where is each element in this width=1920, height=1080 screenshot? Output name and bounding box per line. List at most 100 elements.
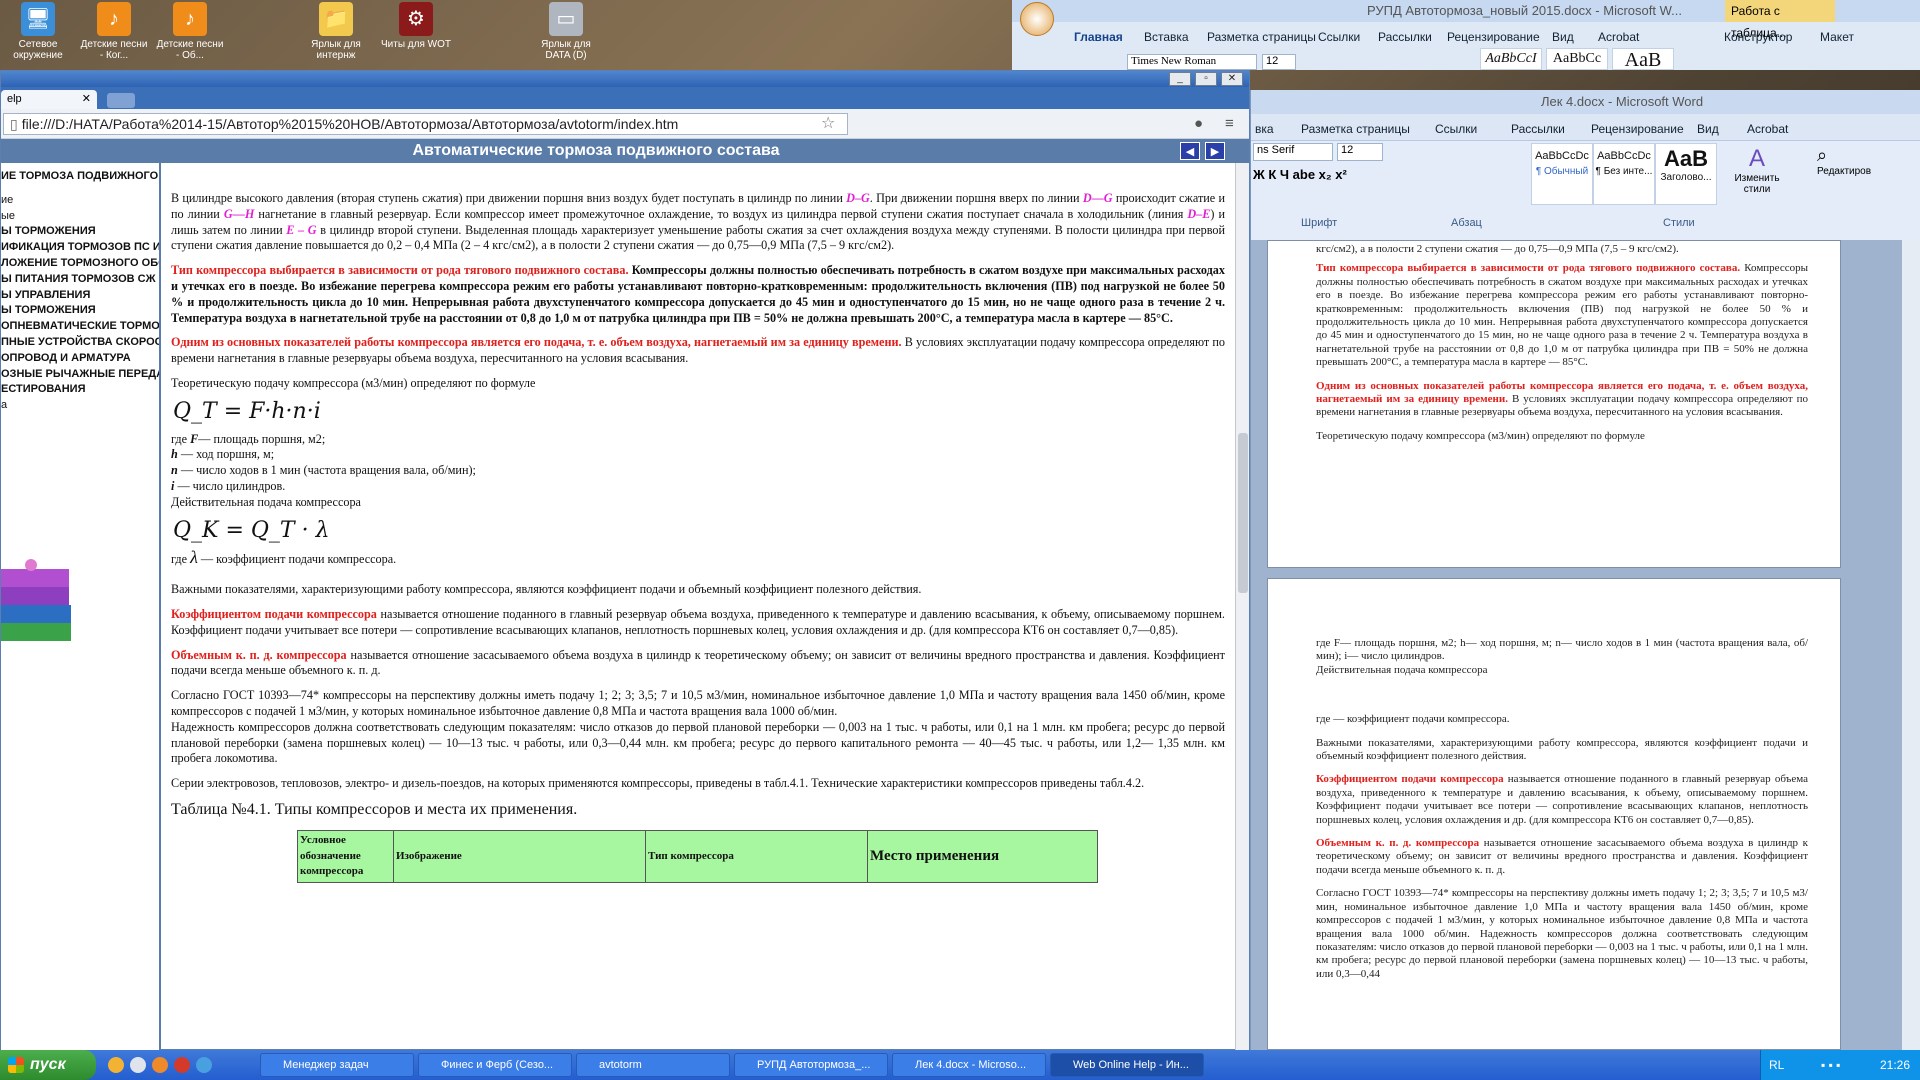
start-button[interactable]: пуск xyxy=(0,1050,96,1080)
menu-icon[interactable]: ≡ xyxy=(1225,115,1234,132)
word1-title: РУПД Автотормоза_новый 2015.docx - Micro… xyxy=(1367,3,1682,18)
font-name-field[interactable]: Times New Roman xyxy=(1127,54,1257,70)
toc-item[interactable]: ОПРОВОД И АРМАТУРА xyxy=(1,351,159,367)
word-quicklaunch-icon[interactable] xyxy=(130,1057,146,1073)
language-indicator[interactable]: RL xyxy=(1769,1050,1784,1080)
page-header: Автоматические тормоза подвижного состав… xyxy=(1,139,1249,163)
toc-item[interactable]: ие xyxy=(1,193,159,209)
taskbar-item-video[interactable]: Финес и Ферб (Сезо... xyxy=(418,1053,572,1077)
tab-home[interactable]: Главная xyxy=(1074,30,1123,44)
tab-insert[interactable]: Вставка xyxy=(1144,30,1189,44)
close-tab-icon[interactable]: ✕ xyxy=(82,92,91,105)
toc-item[interactable]: ОПНЕВМАТИЧЕСКИЕ ТОРМОЗ xyxy=(1,319,159,335)
office-button-icon[interactable] xyxy=(1020,2,1054,36)
desktop-icon-internet-shortcut[interactable]: 📁 Ярлык для интернж xyxy=(300,2,372,61)
font-name-field[interactable]: ns Serif xyxy=(1253,143,1333,161)
word2-titlebar: Лек 4.docx - Microsoft Word xyxy=(1251,90,1920,114)
style-normal[interactable]: AaBbCcDc ¶ Обычный xyxy=(1531,143,1593,205)
minimize-button[interactable]: _ xyxy=(1169,72,1191,86)
editing-button[interactable]: ⌕ Редактиров xyxy=(1817,145,1871,177)
desktop-icon-label: Ярлык для DATA (D) xyxy=(541,39,591,61)
word-window-lek4: Лек 4.docx - Microsoft Word вка Разметка… xyxy=(1250,90,1920,1050)
tab-review[interactable]: Рецензирование xyxy=(1447,30,1540,44)
tray-icons[interactable]: ▪ ▪ ▪ xyxy=(1821,1050,1840,1080)
tab-layout[interactable]: Разметка страницы xyxy=(1207,30,1316,44)
format-buttons[interactable]: Ж К Ч abe x₂ x² xyxy=(1253,167,1347,182)
toc-item[interactable]: ЕСТИРОВАНИЯ xyxy=(1,382,159,398)
toc-item[interactable]: Ы ПИТАНИЯ ТОРМОЗОВ СЖ xyxy=(1,272,159,288)
table-tools-tab[interactable]: Работа с таблица... xyxy=(1725,0,1835,40)
taskbar-item-word-lek4[interactable]: Лек 4.docx - Microso... xyxy=(892,1053,1046,1077)
tab-table-layout[interactable]: Макет xyxy=(1820,30,1854,44)
taskbar-item-task-manager[interactable]: Менеджер задач xyxy=(260,1053,414,1077)
article-content: В цилиндре высокого давления (вторая сту… xyxy=(163,163,1235,1051)
desktop-icon-song2[interactable]: ♪ Детские песни - Об... xyxy=(154,2,226,61)
desktop-icon-wot[interactable]: ⚙ Читы для WOT xyxy=(380,2,452,50)
taskbar-item-browser[interactable]: Web Online Help - Ин... xyxy=(1050,1053,1204,1077)
chrome-quicklaunch-icon[interactable] xyxy=(196,1057,212,1073)
browser-quicklaunch-icon[interactable] xyxy=(108,1057,124,1073)
desktop-icon-song1[interactable]: ♪ Детские песни - Ког... xyxy=(78,2,150,61)
font-size-field[interactable]: 12 xyxy=(1337,143,1383,161)
close-button[interactable]: ✕ xyxy=(1221,72,1243,86)
group-label: Абзац xyxy=(1451,217,1482,229)
toc-item[interactable]: Ы УПРАВЛЕНИЯ xyxy=(1,288,159,304)
style-quick-3[interactable]: AaB xyxy=(1612,48,1674,71)
browser-tab-strip: elp ✕ xyxy=(1,87,1249,109)
font-size-field[interactable]: 12 xyxy=(1262,54,1296,70)
new-tab-button[interactable] xyxy=(107,93,135,108)
tab-acrobat[interactable]: Acrobat xyxy=(1747,122,1788,136)
tab-review[interactable]: Рецензирование xyxy=(1591,122,1684,136)
style-quick-1[interactable]: AaBbCcI xyxy=(1480,48,1542,70)
document-page: где F— площадь поршня, м2; h— ход поршня… xyxy=(1267,578,1841,1050)
tab-acrobat[interactable]: Acrobat xyxy=(1598,30,1639,44)
tab-mailings[interactable]: Рассылки xyxy=(1511,122,1565,136)
toc-item[interactable]: Ы ТОРМОЖЕНИЯ xyxy=(1,303,159,319)
toc-item[interactable]: ИФИКАЦИЯ ТОРМОЗОВ ПС И xyxy=(1,240,159,256)
desktop-icon-data-drive[interactable]: ▭ Ярлык для DATA (D) xyxy=(530,2,602,61)
scrollbar-thumb[interactable] xyxy=(1238,433,1248,593)
taskbar-item-word-rupd[interactable]: РУПД Автотормоза_... xyxy=(734,1053,888,1077)
app-icon: ⚙ xyxy=(399,2,433,36)
style-heading[interactable]: AaB Заголово... xyxy=(1655,143,1717,205)
toc-item[interactable]: ПНЫЕ УСТРОЙСТВА СКОРОСТ xyxy=(1,335,159,351)
browser-scrollbar[interactable] xyxy=(1235,163,1249,1051)
bookmark-star-icon[interactable]: ☆ xyxy=(821,113,835,133)
media-quicklaunch-icon[interactable] xyxy=(152,1057,168,1073)
document-page: кгс/см2), а в полости 2 ступени сжатия —… xyxy=(1267,240,1841,568)
url-input[interactable]: ▯ file:///D:/НАТА/Работа%2014-15/Автотор%… xyxy=(3,113,848,135)
toc-item[interactable]: а xyxy=(1,398,159,414)
document-scrollbar[interactable] xyxy=(1902,240,1920,1050)
tab-view[interactable]: Вид xyxy=(1552,30,1574,44)
system-tray: RL ▪ ▪ ▪ 21:26 xyxy=(1760,1050,1920,1080)
tab-mailings[interactable]: Рассылки xyxy=(1378,30,1432,44)
extension-icon[interactable]: ● xyxy=(1194,115,1203,132)
style-quick-2[interactable]: AaBbCc xyxy=(1546,48,1608,70)
toc-item[interactable]: ИЕ ТОРМОЗА ПОДВИЖНОГО xyxy=(1,169,159,185)
taskbar-item-folder[interactable]: avtotorm xyxy=(576,1053,730,1077)
tab-references[interactable]: Ссылки xyxy=(1318,30,1360,44)
tab-insert[interactable]: вка xyxy=(1255,122,1274,136)
toc-item[interactable]: ЛОЖЕНИЕ ТОРМОЗНОГО ОБО xyxy=(1,256,159,272)
tab-references[interactable]: Ссылки xyxy=(1435,122,1477,136)
table-title: Таблица №4.1. Типы компрессоров и места … xyxy=(171,800,578,818)
change-styles-button[interactable]: A Изменить стили xyxy=(1727,145,1787,195)
clock[interactable]: 21:26 xyxy=(1880,1050,1910,1080)
toc-item[interactable]: Ы ТОРМОЖЕНИЯ xyxy=(1,224,159,240)
desktop-icon-network[interactable]: 🖥 Сетевое окружение xyxy=(2,2,74,61)
maximize-button[interactable]: ▫ xyxy=(1195,72,1217,86)
opera-quicklaunch-icon[interactable] xyxy=(174,1057,190,1073)
browser-tab[interactable]: elp ✕ xyxy=(1,90,97,109)
next-page-button[interactable]: ▶ xyxy=(1205,142,1225,160)
toc-item[interactable]: ОЗНЫЕ РЫЧАЖНЫЕ ПЕРЕДАЧ xyxy=(1,367,159,383)
tab-design[interactable]: Конструктор xyxy=(1724,30,1792,44)
toc-item[interactable]: ые xyxy=(1,209,159,225)
paragraph: Серии электровозов, тепловозов, электро-… xyxy=(171,776,1145,791)
paragraph: Теоретическую подачу компрессора (м3/мин… xyxy=(171,375,536,390)
tab-view[interactable]: Вид xyxy=(1697,122,1719,136)
desktop-icon-label: Читы для WOT xyxy=(381,39,451,50)
tab-layout[interactable]: Разметка страницы xyxy=(1301,122,1410,136)
prev-page-button[interactable]: ◀ xyxy=(1180,142,1200,160)
style-no-spacing[interactable]: AaBbCcDc ¶ Без инте... xyxy=(1593,143,1655,205)
network-icon: 🖥 xyxy=(21,2,55,36)
